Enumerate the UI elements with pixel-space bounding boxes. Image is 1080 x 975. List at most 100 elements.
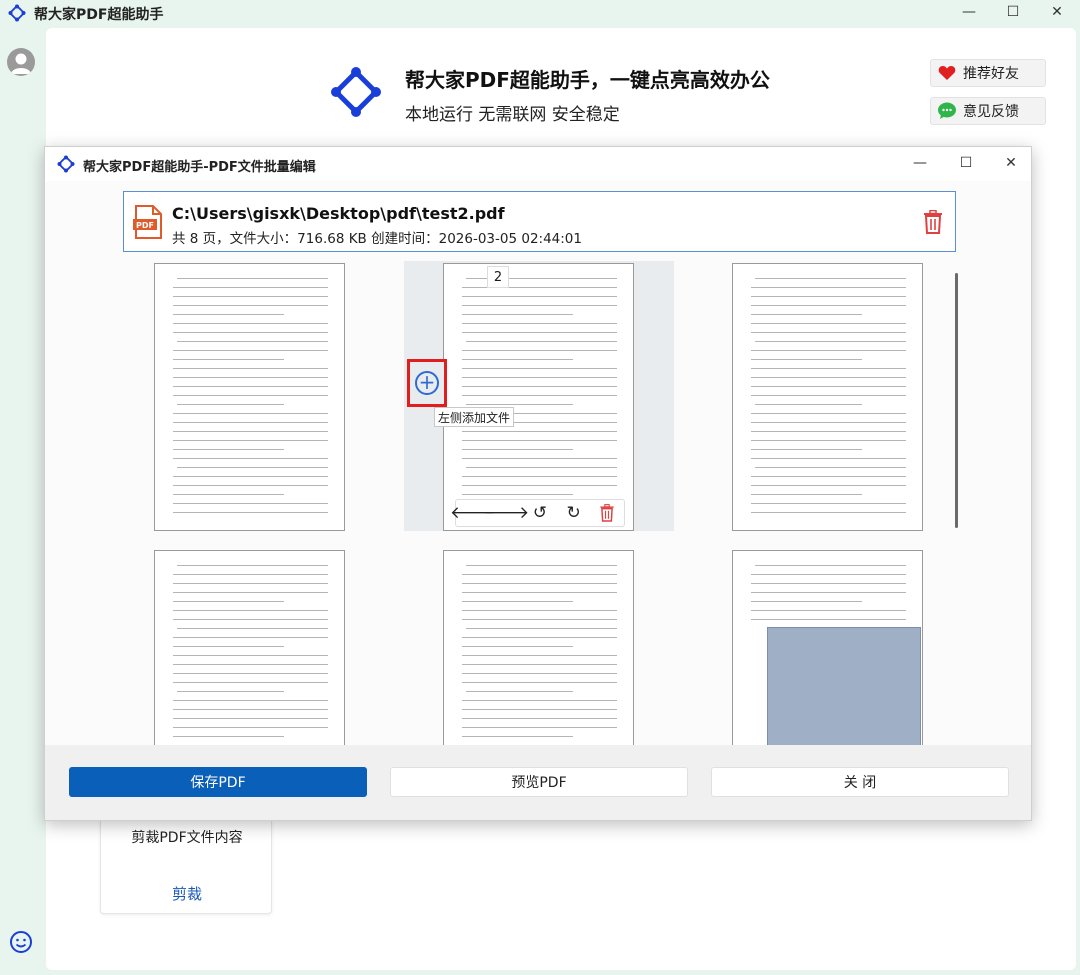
dialog-maximize-button[interactable]: ☐	[955, 153, 977, 173]
dialog-title: 帮大家PDF超能助手-PDF文件批量编辑	[83, 160, 316, 175]
delete-page-icon[interactable]	[596, 502, 618, 524]
add-file-left-button[interactable]: +	[407, 359, 447, 407]
user-icon	[11, 53, 31, 74]
text-line	[173, 610, 328, 612]
page-thumbnail[interactable]	[154, 263, 345, 531]
text-line	[462, 314, 573, 316]
crop-link[interactable]: 剪裁	[101, 883, 273, 904]
recommend-button[interactable]: 推荐好友	[930, 59, 1046, 87]
text-line	[751, 413, 906, 415]
text-line	[173, 700, 328, 702]
text-line	[173, 332, 328, 334]
text-line	[462, 637, 617, 639]
text-line	[462, 305, 617, 307]
text-line	[751, 440, 906, 442]
text-line	[466, 341, 617, 343]
text-line	[755, 565, 906, 567]
feedback-button[interactable]: 意见反馈	[930, 97, 1046, 125]
text-line	[177, 404, 284, 406]
text-line	[751, 395, 906, 397]
text-line	[173, 287, 328, 289]
move-right-icon[interactable]: 🡒	[484, 502, 530, 524]
text-line	[177, 278, 328, 280]
text-line	[462, 476, 617, 478]
scrollbar[interactable]	[955, 273, 958, 528]
text-line	[755, 278, 906, 280]
rotate-right-icon[interactable]: ↻	[563, 502, 585, 524]
text-line	[751, 332, 906, 334]
text-line	[751, 476, 906, 478]
save-pdf-button[interactable]: 保存PDF	[69, 767, 367, 797]
crop-card[interactable]: 剪裁PDF文件内容 剪裁	[100, 818, 272, 914]
app-close-button[interactable]: ✕	[1046, 2, 1068, 22]
text-line	[173, 413, 328, 415]
text-line	[173, 664, 328, 666]
text-line	[173, 503, 328, 505]
text-line	[462, 601, 573, 603]
text-line	[462, 440, 617, 442]
text-line	[462, 494, 573, 496]
text-line	[462, 709, 617, 711]
avatar[interactable]	[7, 48, 35, 76]
flowchart-image	[767, 627, 921, 745]
app-minimize-button[interactable]: —	[958, 2, 980, 22]
page-thumbnail[interactable]	[732, 550, 923, 745]
app-titlebar: 帮大家PDF超能助手 — ☐ ✕	[0, 0, 1080, 26]
text-line	[462, 682, 617, 684]
text-line	[462, 395, 617, 397]
preview-pdf-button[interactable]: 预览PDF	[390, 767, 688, 797]
app-logo-icon	[8, 4, 26, 22]
page-thumbnail[interactable]	[732, 263, 923, 531]
text-line	[751, 592, 906, 594]
rotate-left-icon[interactable]: ↺	[529, 502, 551, 524]
dialog-titlebar: 帮大家PDF超能助手-PDF文件批量编辑 — ☐ ✕	[45, 147, 1031, 181]
text-line	[173, 682, 328, 684]
text-line	[173, 736, 284, 738]
dialog-close-button[interactable]: ✕	[1000, 153, 1022, 173]
text-line	[173, 314, 284, 316]
text-line	[173, 485, 328, 487]
text-line	[462, 377, 617, 379]
dialog-footer: 保存PDF 预览PDF 关 闭	[45, 745, 1031, 820]
tooltip: 左侧添加文件	[434, 407, 515, 427]
text-line	[466, 628, 617, 630]
hero-title: 帮大家PDF超能助手，一键点亮高效办公	[405, 68, 770, 92]
dialog-logo-icon	[57, 155, 75, 173]
text-line	[173, 359, 284, 361]
text-line	[462, 592, 617, 594]
move-left-icon[interactable]: 🡐	[450, 502, 496, 524]
page-thumbnail[interactable]	[443, 263, 634, 531]
text-line	[177, 565, 328, 567]
dialog-minimize-button[interactable]: —	[909, 153, 931, 173]
page-thumbnail[interactable]	[154, 550, 345, 745]
text-line	[173, 601, 284, 603]
page-thumbnail[interactable]	[443, 550, 634, 745]
text-line	[177, 467, 328, 469]
page-number-badge: 2	[487, 266, 509, 288]
text-line	[751, 422, 906, 424]
text-line	[173, 305, 328, 307]
text-line	[462, 386, 617, 388]
text-line	[751, 350, 906, 352]
text-line	[462, 458, 617, 460]
text-line	[462, 727, 617, 729]
file-meta: 共 8 页，文件大小：716.68 KB 创建时间：2026-03-05 02:…	[172, 231, 582, 247]
text-line	[462, 296, 617, 298]
text-line	[462, 323, 617, 325]
text-line	[173, 368, 328, 370]
app-maximize-button[interactable]: ☐	[1002, 2, 1024, 22]
file-path: C:\Users\gisxk\Desktop\pdf\test2.pdf	[172, 204, 505, 223]
text-line	[751, 583, 906, 585]
text-line	[177, 691, 284, 693]
text-line	[466, 691, 573, 693]
text-line	[173, 440, 328, 442]
close-dialog-button[interactable]: 关 闭	[711, 767, 1009, 797]
delete-file-icon[interactable]	[922, 210, 944, 234]
text-line	[751, 601, 862, 603]
text-line	[173, 637, 328, 639]
pdf-file-icon: PDF	[133, 205, 162, 239]
text-line	[755, 404, 862, 406]
text-line	[173, 431, 328, 433]
smiley-icon[interactable]	[9, 930, 33, 954]
text-line	[173, 386, 328, 388]
